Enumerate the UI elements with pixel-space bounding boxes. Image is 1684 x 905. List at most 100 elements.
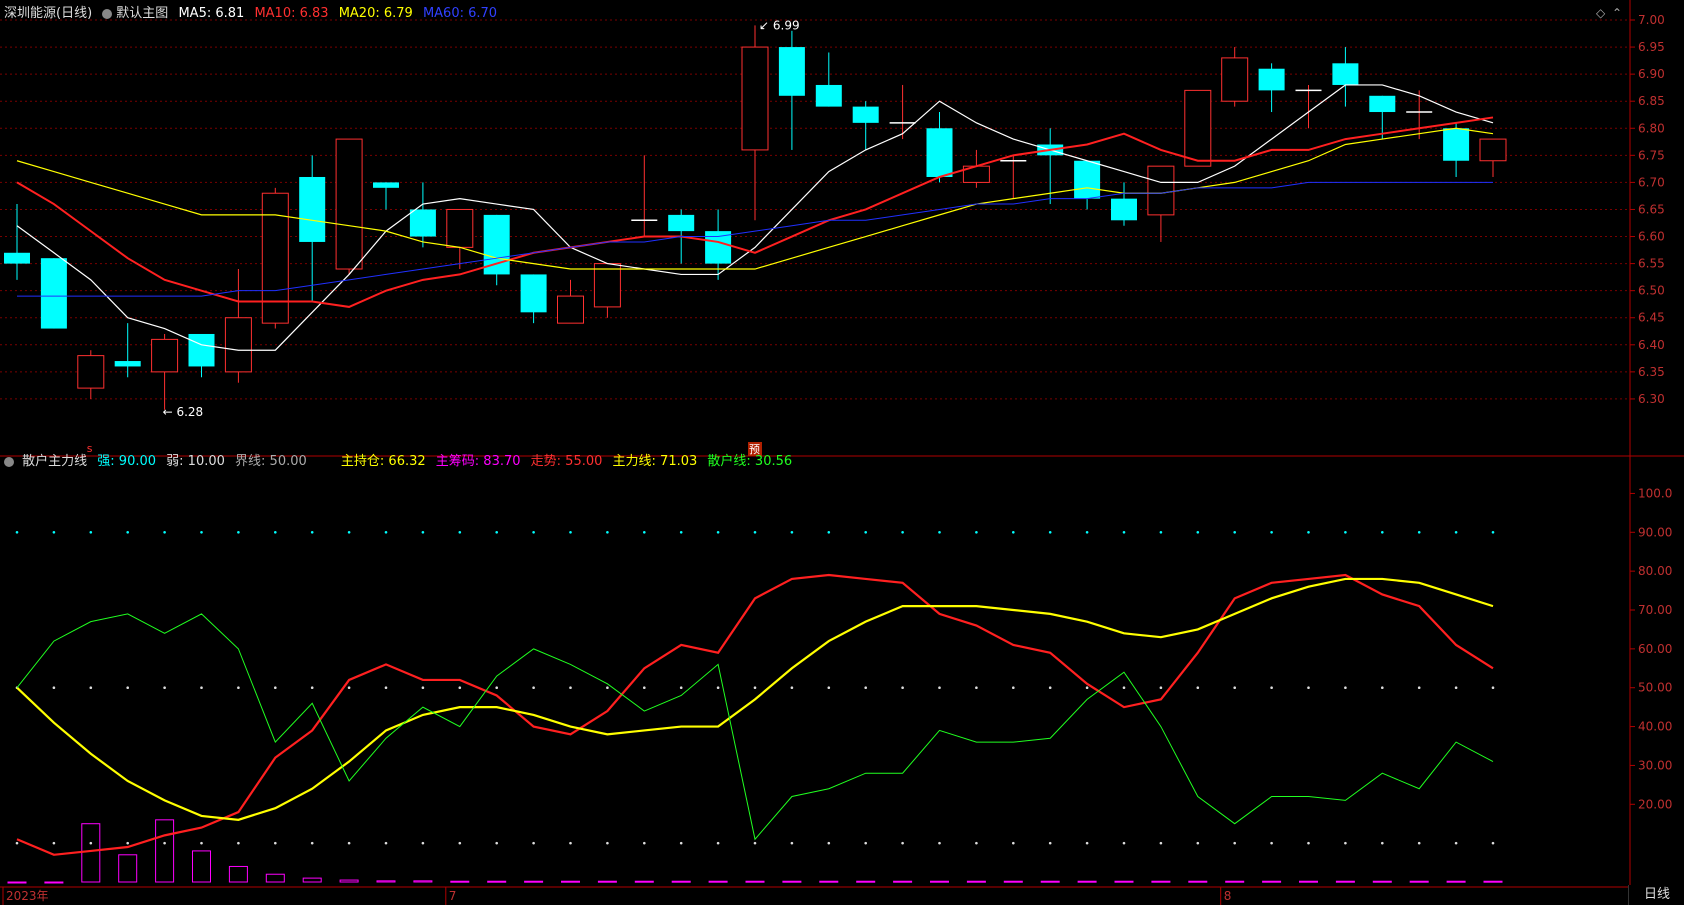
reference-dot xyxy=(975,686,978,690)
reference-dot xyxy=(532,686,535,690)
price-tick-label: 6.50 xyxy=(1638,284,1665,298)
price-tick-label: 6.35 xyxy=(1638,365,1665,379)
indicator-line-走势 xyxy=(16,573,1494,856)
reference-dot xyxy=(200,530,203,534)
reference-dot xyxy=(1417,686,1421,690)
reference-dot xyxy=(163,530,166,534)
reference-dot xyxy=(384,686,388,690)
reference-dot xyxy=(827,841,831,845)
chip-bar xyxy=(1483,880,1503,883)
reference-dot xyxy=(606,530,609,534)
reference-dot xyxy=(606,686,609,690)
reference-dot xyxy=(716,841,720,845)
reference-dot xyxy=(901,841,904,845)
chip-bar xyxy=(819,880,839,883)
reference-dot xyxy=(1012,530,1015,534)
reference-dot xyxy=(1159,530,1163,534)
reference-dot xyxy=(901,686,904,690)
indicator-menu-icon[interactable] xyxy=(4,456,14,467)
reference-dot xyxy=(200,686,203,690)
reference-dot xyxy=(716,686,720,690)
reference-dot xyxy=(1307,686,1310,690)
indicator-name[interactable]: 散户主力线 xyxy=(22,454,87,469)
reference-dot xyxy=(274,686,277,690)
reference-dot xyxy=(1307,841,1310,845)
reference-dot xyxy=(975,841,978,845)
reference-dot xyxy=(52,686,56,690)
candle-down xyxy=(1443,128,1470,161)
price-tick-label: 6.85 xyxy=(1638,94,1665,108)
reference-dot xyxy=(421,686,425,690)
ma5-value: MA5: 6.81 xyxy=(178,6,245,21)
reference-dot xyxy=(643,530,646,534)
reference-dot xyxy=(790,841,794,845)
reference-dot xyxy=(1048,530,1052,534)
price-tick-label: 6.70 xyxy=(1638,175,1665,189)
main-chart-header: 深圳能源(日线) 默认主图 MA5: 6.81 MA10: 6.83 MA20:… xyxy=(4,4,503,24)
candle-down xyxy=(4,252,30,264)
reference-dot xyxy=(1122,686,1126,690)
reference-dot xyxy=(237,841,240,845)
candle-up xyxy=(335,138,363,270)
candle-down xyxy=(815,84,842,107)
candle-up xyxy=(446,208,474,248)
reference-dot xyxy=(1307,530,1310,534)
reference-dot xyxy=(1012,841,1015,845)
candle-up xyxy=(1479,138,1507,162)
reference-dot xyxy=(1233,686,1236,690)
price-tick-label: 6.80 xyxy=(1638,121,1665,135)
candle-down xyxy=(926,128,953,177)
indicator-tick-label: 100.0 xyxy=(1638,486,1672,500)
reference-dot xyxy=(679,841,683,845)
candle-down xyxy=(1074,160,1101,199)
candle-down xyxy=(373,182,399,188)
reference-dot xyxy=(1122,841,1126,845)
chevron-up-icon[interactable]: ⌃ xyxy=(1612,6,1622,20)
reference-dot xyxy=(1085,686,1089,690)
strong-value: 强: 90.00 xyxy=(97,454,157,469)
reference-dot xyxy=(753,841,757,845)
holding-value: 主持仓: 66.32 xyxy=(340,454,426,469)
reference-dot xyxy=(827,530,831,534)
reference-dot xyxy=(938,841,941,845)
reference-dot xyxy=(1196,530,1200,534)
stock-name[interactable]: 深圳能源(日线) xyxy=(4,6,92,21)
chip-bar xyxy=(1077,880,1097,883)
reference-dot xyxy=(1196,686,1200,690)
indicator-line-散户线 xyxy=(16,613,1494,841)
date-label: 8 xyxy=(1224,889,1232,903)
chart-name[interactable]: 默认主图 xyxy=(102,6,168,21)
chip-bar xyxy=(1262,880,1282,883)
reference-dot xyxy=(864,530,867,534)
indicator-tick-label: 30.00 xyxy=(1638,758,1672,772)
chip-bar xyxy=(671,880,691,883)
reference-dot xyxy=(274,530,277,534)
weak-value: 弱: 10.00 xyxy=(166,454,225,469)
reference-dot xyxy=(864,841,867,845)
candle-down xyxy=(1369,95,1396,113)
price-tick-label: 6.40 xyxy=(1638,338,1665,352)
chip-bar xyxy=(1225,880,1245,883)
candle-up xyxy=(1184,89,1212,167)
chip-bar xyxy=(118,854,138,883)
chip-bar xyxy=(930,880,949,883)
reference-dot xyxy=(310,841,314,845)
chip-bar xyxy=(561,880,580,883)
reference-dot xyxy=(15,530,19,534)
indicator-tick-label: 90.00 xyxy=(1638,525,1672,539)
reference-dot xyxy=(569,841,572,845)
chips-value: 主筹码: 83.70 xyxy=(435,454,521,469)
chip-bar xyxy=(44,881,64,884)
price-tick-label: 6.30 xyxy=(1638,392,1665,406)
diamond-icon[interactable]: ◇ xyxy=(1596,6,1605,20)
reference-dot xyxy=(1344,841,1347,845)
candle-down xyxy=(1111,198,1137,221)
reference-dot xyxy=(901,530,904,534)
indicator-header: 散户主力线 强: 90.00 弱: 10.00 界线: 50.00 主持仓: 6… xyxy=(4,452,798,472)
reference-dot xyxy=(1159,686,1163,690)
candle-down xyxy=(409,209,436,237)
chip-bar xyxy=(450,880,470,883)
chip-bar xyxy=(302,877,322,883)
period-tab-daily[interactable]: 日线 xyxy=(1628,885,1684,905)
chip-bar xyxy=(265,873,285,883)
